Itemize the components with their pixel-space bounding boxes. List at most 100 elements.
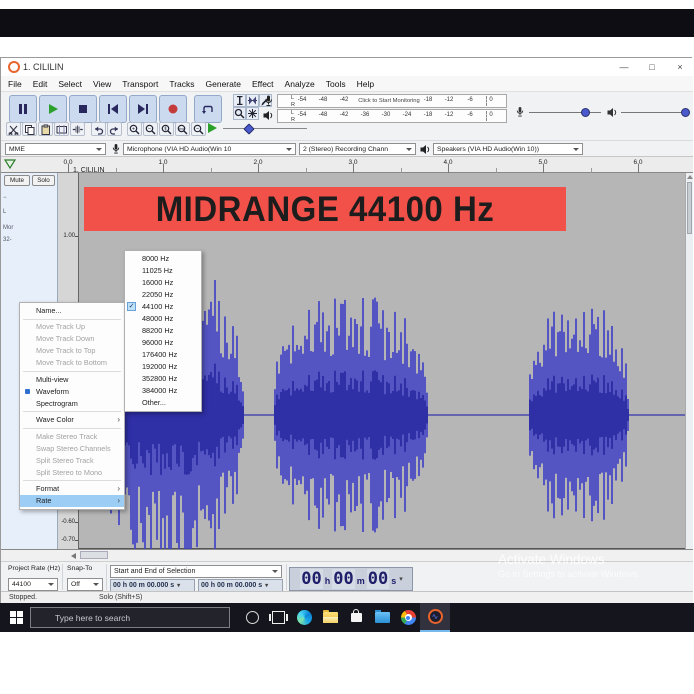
rate-option-16000-hz[interactable]: 16000 Hz	[125, 277, 201, 289]
menu-analyze[interactable]: Analyze	[285, 79, 315, 89]
menu-help[interactable]: Help	[357, 79, 374, 89]
silence-audio-button[interactable]	[70, 122, 85, 136]
vertical-scrollbar[interactable]	[685, 173, 693, 549]
envelope-tool-button[interactable]	[246, 94, 259, 107]
skip-to-end-button[interactable]	[129, 95, 157, 123]
zoom-toggle-button[interactable]: ~	[191, 122, 206, 136]
redo-button[interactable]	[107, 122, 122, 136]
recording-meter[interactable]: L R -54 -48 -42 -18 -12 -6 0 Click to Start Monit…	[277, 94, 507, 108]
multi-tool-tool-button[interactable]	[246, 107, 259, 120]
file-explorer-icon[interactable]	[316, 603, 344, 632]
rate-option-44100-hz[interactable]: 44100 Hz ✓	[125, 301, 201, 313]
vertical-scroll-thumb[interactable]	[687, 182, 692, 234]
rate-option-other[interactable]: Other...	[125, 397, 201, 409]
chrome-icon[interactable]	[394, 603, 422, 632]
context-menu-item-multi-view[interactable]: Multi-view	[20, 374, 124, 386]
scroll-up-icon[interactable]	[687, 175, 693, 179]
context-menu-item-move-track-to-top[interactable]: Move Track to Top	[20, 345, 124, 357]
mic-volume-slider[interactable]	[529, 108, 601, 117]
stop-button[interactable]	[69, 95, 97, 123]
playback-meter[interactable]: L R -54 -48 -42 -36 -30 -24 -18 -12 -6 0	[277, 109, 507, 123]
zoom-in-button[interactable]: +	[127, 122, 142, 136]
context-menu-item-swap-stereo-channels[interactable]: Swap Stereo Channels	[20, 443, 124, 455]
selection-range-mode-select[interactable]: Start and End of Selection	[110, 565, 282, 578]
menu-file[interactable]: File	[8, 79, 22, 89]
context-menu-item-format[interactable]: Format ›	[20, 483, 124, 495]
scroll-left-icon[interactable]	[71, 553, 76, 559]
audio-host-select[interactable]: MME	[5, 143, 106, 155]
rate-option-48000-hz[interactable]: 48000 Hz	[125, 313, 201, 325]
track-area[interactable]: MIDRANGE 44100 Hz 1. CILILIN Mute Solo −…	[1, 167, 693, 599]
context-menu-item-make-stereo-track[interactable]: Make Stereo Track	[20, 431, 124, 443]
fit-project-button[interactable]: ▭	[175, 122, 190, 136]
rate-option-8000-hz[interactable]: 8000 Hz	[125, 253, 201, 265]
minimize-button[interactable]: —	[613, 60, 635, 74]
output-device-select[interactable]: Speakers (VIA HD Audio(Win 10))	[433, 143, 583, 155]
timeline-ruler[interactable]: 0.0 1.0 2.0 3.0 4.0 5.0 6.0	[1, 156, 693, 173]
menu-view[interactable]: View	[93, 79, 111, 89]
start-button[interactable]	[2, 603, 30, 632]
play-speed-thumb[interactable]	[243, 123, 255, 135]
context-menu-item-waveform[interactable]: Waveform	[20, 386, 124, 398]
audacity-taskbar-icon[interactable]: ∿	[420, 603, 450, 632]
loop-button[interactable]	[194, 95, 222, 123]
snap-to-select[interactable]: Off	[67, 578, 103, 591]
selection-tool-button[interactable]	[233, 94, 246, 107]
context-menu-item-split-stereo-to-mono[interactable]: Split Stereo to Mono	[20, 467, 124, 479]
speaker-volume-slider[interactable]	[621, 108, 690, 117]
fit-selection-button[interactable]: ‖	[159, 122, 174, 136]
context-menu-item-name[interactable]: Name...	[20, 305, 124, 317]
context-menu-item-wave-color[interactable]: Wave Color ›	[20, 414, 124, 426]
solo-button[interactable]: Solo	[32, 175, 55, 186]
play-pin-icon[interactable]	[4, 159, 16, 170]
menu-generate[interactable]: Generate	[206, 79, 241, 89]
rate-option-352800-hz[interactable]: 352800 Hz	[125, 373, 201, 385]
input-channels-select[interactable]: 2 (Stereo) Recording Chann	[299, 143, 416, 155]
pause-button[interactable]	[9, 95, 37, 123]
rate-option-384000-hz[interactable]: 384000 Hz	[125, 385, 201, 397]
context-menu-item-spectrogram[interactable]: Spectrogram	[20, 398, 124, 410]
speaker-volume-thumb[interactable]	[681, 108, 690, 117]
menu-tools[interactable]: Tools	[326, 79, 346, 89]
rate-option-192000-hz[interactable]: 192000 Hz	[125, 361, 201, 373]
menu-select[interactable]: Select	[58, 79, 82, 89]
mute-button[interactable]: Mute	[4, 175, 30, 186]
taskbar-search-input[interactable]: Type here to search	[30, 607, 230, 628]
maximize-button[interactable]: □	[641, 60, 663, 74]
zoom-out-button[interactable]: −	[143, 122, 158, 136]
rate-option-96000-hz[interactable]: 96000 Hz	[125, 337, 201, 349]
menu-tracks[interactable]: Tracks	[169, 79, 194, 89]
context-menu-item-rate[interactable]: Rate ›	[20, 494, 124, 507]
rate-option-22050-hz[interactable]: 22050 Hz	[125, 289, 201, 301]
undo-button[interactable]	[91, 122, 106, 136]
copy-button[interactable]	[22, 122, 37, 136]
context-menu-item-move-track-down[interactable]: Move Track Down	[20, 333, 124, 345]
skip-to-start-button[interactable]	[99, 95, 127, 123]
play-at-speed-button[interactable]	[208, 123, 217, 133]
play-button[interactable]	[39, 95, 67, 123]
play-speed-slider[interactable]	[223, 123, 307, 135]
microsoft-store-icon[interactable]	[342, 603, 370, 632]
cut-button[interactable]	[6, 122, 21, 136]
context-menu-item-split-stereo-track[interactable]: Split Stereo Track	[20, 455, 124, 467]
project-rate-select[interactable]: 44100	[8, 578, 58, 591]
mic-volume-thumb[interactable]	[581, 108, 590, 117]
menu-edit[interactable]: Edit	[33, 79, 48, 89]
mail-folder-icon[interactable]	[368, 603, 396, 632]
cortana-icon[interactable]	[238, 603, 266, 632]
rate-option-176400-hz[interactable]: 176400 Hz	[125, 349, 201, 361]
menu-transport[interactable]: Transport	[122, 79, 158, 89]
edge-icon[interactable]	[290, 603, 318, 632]
menu-effect[interactable]: Effect	[252, 79, 274, 89]
record-button[interactable]	[159, 95, 187, 123]
task-view-icon[interactable]	[264, 603, 292, 632]
trim-audio-button[interactable]	[54, 122, 69, 136]
rate-option-88200-hz[interactable]: 88200 Hz	[125, 325, 201, 337]
horizontal-scroll-thumb[interactable]	[80, 551, 108, 559]
close-button[interactable]: ×	[669, 60, 691, 74]
zoom-tool-button[interactable]	[233, 107, 246, 120]
rate-option-11025-hz[interactable]: 11025 Hz	[125, 265, 201, 277]
paste-button[interactable]	[38, 122, 53, 136]
context-menu-item-move-track-to-bottom[interactable]: Move Track to Bottom	[20, 357, 124, 369]
audio-position-display[interactable]: 00 h 00 m 00 s ▾	[289, 567, 413, 591]
